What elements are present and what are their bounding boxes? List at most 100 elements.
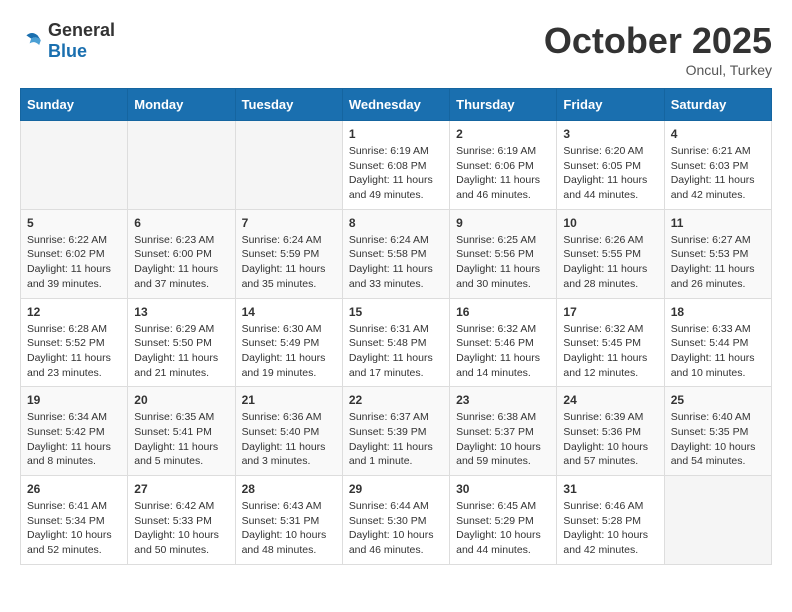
calendar-header: Sunday Monday Tuesday Wednesday Thursday…: [21, 89, 772, 121]
day-cell: 18Sunrise: 6:33 AM Sunset: 5:44 PM Dayli…: [664, 298, 771, 387]
day-info: Sunrise: 6:45 AM Sunset: 5:29 PM Dayligh…: [456, 499, 550, 558]
day-info: Sunrise: 6:44 AM Sunset: 5:30 PM Dayligh…: [349, 499, 443, 558]
day-info: Sunrise: 6:41 AM Sunset: 5:34 PM Dayligh…: [27, 499, 121, 558]
day-info: Sunrise: 6:21 AM Sunset: 6:03 PM Dayligh…: [671, 144, 765, 203]
day-cell: 24 Sunrise: 6:39 AM Sunset: 5:36 PM Dayli…: [557, 387, 664, 476]
logo-blue: Blue: [48, 41, 87, 61]
day-info: Sunrise: 6:38 AM Sunset: 5:37 PM Dayligh…: [456, 410, 550, 469]
day-cell: 23 Sunrise: 6:38 AM Sunset: 5:37 PM Dayli…: [450, 387, 557, 476]
week-row-3: 12 Sunrise: 6:28 AM Sunset: 5:52 PM Dayli…: [21, 298, 772, 387]
day-number: 21: [242, 393, 336, 407]
week-row-5: 26 Sunrise: 6:41 AM Sunset: 5:34 PM Dayli…: [21, 476, 772, 565]
page-header: General Blue October 2025 Oncul, Turkey: [20, 20, 772, 78]
day-cell: 10Sunrise: 6:26 AM Sunset: 5:55 PM Dayli…: [557, 209, 664, 298]
day-number: 14: [242, 305, 336, 319]
week-row-1: 1 Sunrise: 6:19 AM Sunset: 6:08 PM Daylig…: [21, 121, 772, 210]
week-row-2: 5Sunrise: 6:22 AM Sunset: 6:02 PM Daylig…: [21, 209, 772, 298]
day-number: 4: [671, 127, 765, 141]
day-cell: 5Sunrise: 6:22 AM Sunset: 6:02 PM Daylig…: [21, 209, 128, 298]
day-cell: 22Sunrise: 6:37 AM Sunset: 5:39 PM Dayli…: [342, 387, 449, 476]
day-info: Sunrise: 6:40 AM Sunset: 5:35 PM Dayligh…: [671, 410, 765, 469]
day-cell: 2 Sunrise: 6:19 AM Sunset: 6:06 PM Daylig…: [450, 121, 557, 210]
day-cell: 13 Sunrise: 6:29 AM Sunset: 5:50 PM Dayli…: [128, 298, 235, 387]
day-info: Sunrise: 6:29 AM Sunset: 5:50 PM Dayligh…: [134, 322, 228, 381]
day-cell: 25 Sunrise: 6:40 AM Sunset: 5:35 PM Dayli…: [664, 387, 771, 476]
day-number: 20: [134, 393, 228, 407]
col-sunday: Sunday: [21, 89, 128, 121]
day-number: 23: [456, 393, 550, 407]
day-info: Sunrise: 6:22 AM Sunset: 6:02 PM Dayligh…: [27, 233, 121, 292]
day-cell: 17 Sunrise: 6:32 AM Sunset: 5:45 PM Dayli…: [557, 298, 664, 387]
day-info: Sunrise: 6:25 AM Sunset: 5:56 PM Dayligh…: [456, 233, 550, 292]
logo-general: General: [48, 20, 115, 40]
day-number: 2: [456, 127, 550, 141]
day-cell: 1 Sunrise: 6:19 AM Sunset: 6:08 PM Daylig…: [342, 121, 449, 210]
day-cell: 4 Sunrise: 6:21 AM Sunset: 6:03 PM Daylig…: [664, 121, 771, 210]
day-cell: 30 Sunrise: 6:45 AM Sunset: 5:29 PM Dayli…: [450, 476, 557, 565]
day-info: Sunrise: 6:36 AM Sunset: 5:40 PM Dayligh…: [242, 410, 336, 469]
day-number: 8: [349, 216, 443, 230]
col-friday: Friday: [557, 89, 664, 121]
day-cell: [235, 121, 342, 210]
day-number: 12: [27, 305, 121, 319]
day-info: Sunrise: 6:26 AM Sunset: 5:55 PM Dayligh…: [563, 233, 657, 292]
day-number: 9: [456, 216, 550, 230]
day-info: Sunrise: 6:35 AM Sunset: 5:41 PM Dayligh…: [134, 410, 228, 469]
day-number: 29: [349, 482, 443, 496]
day-number: 19: [27, 393, 121, 407]
day-cell: 21 Sunrise: 6:36 AM Sunset: 5:40 PM Dayli…: [235, 387, 342, 476]
day-number: 3: [563, 127, 657, 141]
day-cell: 11Sunrise: 6:27 AM Sunset: 5:53 PM Dayli…: [664, 209, 771, 298]
day-cell: [664, 476, 771, 565]
calendar-body: 1 Sunrise: 6:19 AM Sunset: 6:08 PM Daylig…: [21, 121, 772, 565]
day-cell: 8 Sunrise: 6:24 AM Sunset: 5:58 PM Daylig…: [342, 209, 449, 298]
day-number: 30: [456, 482, 550, 496]
day-info: Sunrise: 6:28 AM Sunset: 5:52 PM Dayligh…: [27, 322, 121, 381]
day-info: Sunrise: 6:19 AM Sunset: 6:06 PM Dayligh…: [456, 144, 550, 203]
day-cell: [128, 121, 235, 210]
month-title: October 2025: [544, 20, 772, 62]
day-number: 15: [349, 305, 443, 319]
day-cell: 3Sunrise: 6:20 AM Sunset: 6:05 PM Daylig…: [557, 121, 664, 210]
calendar-table: Sunday Monday Tuesday Wednesday Thursday…: [20, 88, 772, 565]
day-info: Sunrise: 6:32 AM Sunset: 5:46 PM Dayligh…: [456, 322, 550, 381]
day-number: 24: [563, 393, 657, 407]
col-thursday: Thursday: [450, 89, 557, 121]
col-wednesday: Wednesday: [342, 89, 449, 121]
day-info: Sunrise: 6:23 AM Sunset: 6:00 PM Dayligh…: [134, 233, 228, 292]
day-number: 28: [242, 482, 336, 496]
day-info: Sunrise: 6:32 AM Sunset: 5:45 PM Dayligh…: [563, 322, 657, 381]
day-cell: 26 Sunrise: 6:41 AM Sunset: 5:34 PM Dayli…: [21, 476, 128, 565]
logo: General Blue: [20, 20, 115, 62]
day-info: Sunrise: 6:19 AM Sunset: 6:08 PM Dayligh…: [349, 144, 443, 203]
days-of-week-row: Sunday Monday Tuesday Wednesday Thursday…: [21, 89, 772, 121]
day-info: Sunrise: 6:43 AM Sunset: 5:31 PM Dayligh…: [242, 499, 336, 558]
day-cell: [21, 121, 128, 210]
day-number: 7: [242, 216, 336, 230]
day-cell: 20 Sunrise: 6:35 AM Sunset: 5:41 PM Dayli…: [128, 387, 235, 476]
day-number: 11: [671, 216, 765, 230]
day-number: 1: [349, 127, 443, 141]
day-info: Sunrise: 6:39 AM Sunset: 5:36 PM Dayligh…: [563, 410, 657, 469]
day-number: 13: [134, 305, 228, 319]
day-info: Sunrise: 6:42 AM Sunset: 5:33 PM Dayligh…: [134, 499, 228, 558]
day-info: Sunrise: 6:31 AM Sunset: 5:48 PM Dayligh…: [349, 322, 443, 381]
day-number: 18: [671, 305, 765, 319]
day-cell: 15 Sunrise: 6:31 AM Sunset: 5:48 PM Dayli…: [342, 298, 449, 387]
day-info: Sunrise: 6:30 AM Sunset: 5:49 PM Dayligh…: [242, 322, 336, 381]
week-row-4: 19Sunrise: 6:34 AM Sunset: 5:42 PM Dayli…: [21, 387, 772, 476]
logo-icon: [20, 29, 44, 53]
day-number: 25: [671, 393, 765, 407]
day-number: 22: [349, 393, 443, 407]
day-cell: 14 Sunrise: 6:30 AM Sunset: 5:49 PM Dayli…: [235, 298, 342, 387]
day-number: 17: [563, 305, 657, 319]
day-number: 6: [134, 216, 228, 230]
day-number: 26: [27, 482, 121, 496]
day-cell: 7Sunrise: 6:24 AM Sunset: 5:59 PM Daylig…: [235, 209, 342, 298]
location: Oncul, Turkey: [544, 62, 772, 78]
col-tuesday: Tuesday: [235, 89, 342, 121]
day-info: Sunrise: 6:24 AM Sunset: 5:58 PM Dayligh…: [349, 233, 443, 292]
day-cell: 12 Sunrise: 6:28 AM Sunset: 5:52 PM Dayli…: [21, 298, 128, 387]
day-number: 16: [456, 305, 550, 319]
day-cell: 27Sunrise: 6:42 AM Sunset: 5:33 PM Dayli…: [128, 476, 235, 565]
